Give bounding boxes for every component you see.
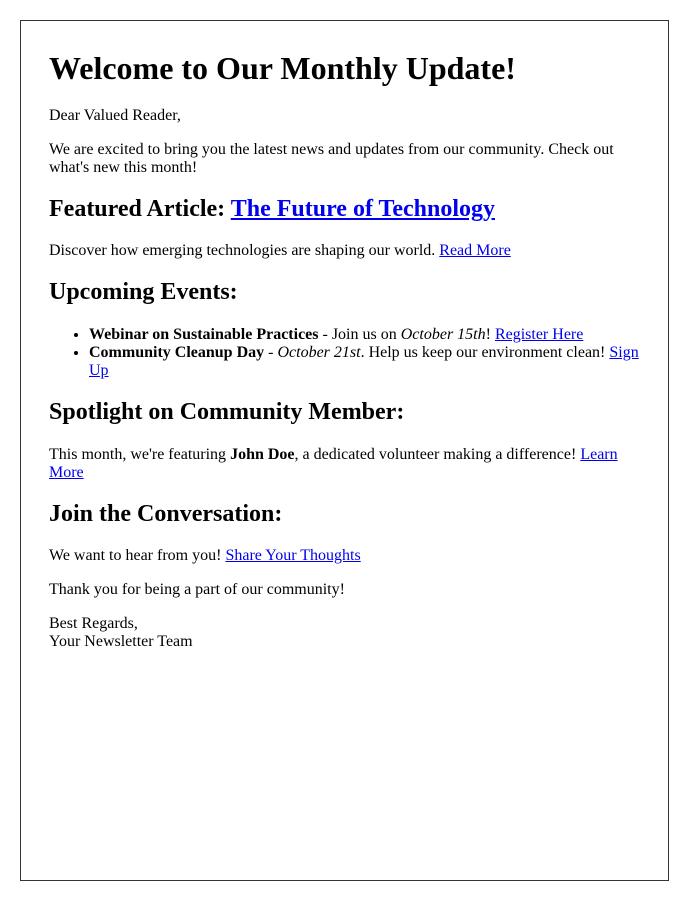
signoff-team: Your Newsletter Team <box>49 633 193 651</box>
spotlight-heading: Spotlight on Community Member: <box>49 398 405 425</box>
newsletter-container: Welcome to Our Monthly Update! Dear Valu… <box>20 20 669 881</box>
intro-text: We are excited to bring you the latest n… <box>49 140 614 176</box>
events-list: Webinar on Sustainable Practices - Join … <box>49 326 648 380</box>
event-text: - Join us on <box>318 325 401 343</box>
read-more-link[interactable]: Read More <box>439 242 511 259</box>
conversation-prompt: We want to hear from you! <box>49 547 226 565</box>
featured-article-heading: Featured Article: The Future of Technolo… <box>49 196 648 224</box>
featured-description: Discover how emerging technologies are s… <box>49 242 648 260</box>
greeting: Dear Valued Reader, <box>49 106 181 124</box>
signoff-line: Best Regards, <box>49 615 138 633</box>
page-title: Welcome to Our Monthly Update! <box>49 50 516 86</box>
member-name: John Doe <box>230 445 295 463</box>
spotlight-text-after: , a dedicated volunteer making a differe… <box>294 445 581 463</box>
event-item: Community Cleanup Day - October 21st. He… <box>89 344 648 380</box>
share-thoughts-link[interactable]: Share Your Thoughts <box>225 547 360 564</box>
featured-heading-prefix: Featured Article: <box>49 195 231 222</box>
event-date: October 15th <box>400 325 486 343</box>
upcoming-events-heading: Upcoming Events: <box>49 279 238 306</box>
thanks-text: Thank you for being a part of our commun… <box>49 581 345 599</box>
spotlight-text-before: This month, we're featuring <box>49 445 231 463</box>
signoff: Best Regards, Your Newsletter Team <box>49 615 648 651</box>
conversation-heading: Join the Conversation: <box>49 500 283 527</box>
event-name: Community Cleanup Day <box>89 343 265 361</box>
event-text: . Help us keep our environment clean! <box>360 343 610 361</box>
event-text: ! <box>485 325 495 343</box>
event-text: - <box>264 343 278 361</box>
event-date: October 21st <box>277 343 361 361</box>
register-here-link[interactable]: Register Here <box>495 326 583 343</box>
event-name: Webinar on Sustainable Practices <box>89 325 319 343</box>
event-item: Webinar on Sustainable Practices - Join … <box>89 326 648 344</box>
featured-description-text: Discover how emerging technologies are s… <box>49 242 440 260</box>
spotlight-text: This month, we're featuring John Doe, a … <box>49 446 648 482</box>
featured-article-link[interactable]: The Future of Technology <box>231 196 495 222</box>
conversation-text: We want to hear from you! Share Your Tho… <box>49 547 648 565</box>
